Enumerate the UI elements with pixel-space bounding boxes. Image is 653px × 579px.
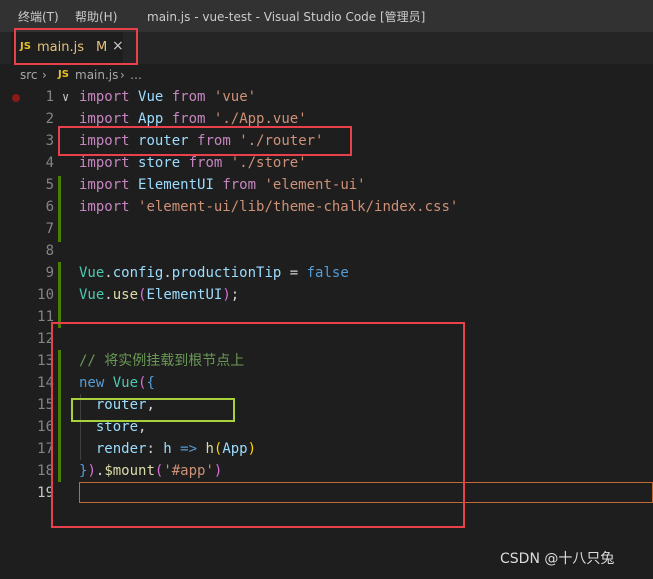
breadcrumb-file[interactable]: main.js: [75, 68, 118, 82]
line-number: 11: [37, 309, 54, 325]
code-text: import ElementUI from 'element-ui': [79, 174, 366, 196]
code-token: App: [138, 111, 164, 127]
line-number: 10: [37, 287, 54, 303]
code-token: from: [171, 111, 206, 127]
code-token: Vue: [138, 89, 164, 105]
code-token: import: [79, 111, 130, 127]
breadcrumb-symbol[interactable]: …: [130, 68, 142, 82]
breadcrumb: src › JS main.js › …: [0, 64, 653, 86]
code-text: Vue.use(ElementUI);: [79, 284, 239, 306]
code-token: Vue: [79, 287, 105, 303]
code-line[interactable]: 7: [0, 218, 653, 240]
menu-terminal[interactable]: 终端(T): [18, 8, 59, 25]
breadcrumb-folder[interactable]: src: [20, 68, 38, 82]
code-line[interactable]: 1 ∨ import Vue from 'vue': [0, 86, 653, 108]
window-title: main.js - vue-test - Visual Studio Code …: [147, 10, 426, 24]
line-number: 19: [37, 485, 54, 501]
code-token: ElementUI: [146, 287, 223, 303]
line-number: 9: [45, 265, 54, 281]
code-token: =: [281, 265, 307, 281]
code-token: 'element-ui/lib/theme-chalk/index.css': [138, 199, 459, 215]
annotation-box-vue-instance: [51, 322, 465, 528]
code-line[interactable]: 5 import ElementUI from 'element-ui': [0, 174, 653, 196]
line-number: 17: [37, 441, 54, 457]
code-text: import 'element-ui/lib/theme-chalk/index…: [79, 196, 458, 218]
code-text: Vue.config.productionTip = false: [79, 262, 349, 284]
code-token: from: [222, 177, 257, 193]
line-number: 4: [45, 155, 54, 171]
code-token: './App.vue': [213, 111, 307, 127]
code-token: store: [138, 155, 181, 171]
code-token: Vue: [79, 265, 105, 281]
chevron-right-icon: ›: [42, 68, 47, 82]
code-token: import: [79, 177, 130, 193]
code-token: use: [112, 287, 139, 303]
menu-help[interactable]: 帮助(H): [75, 8, 117, 25]
line-number: 16: [37, 419, 54, 435]
line-number: 1: [45, 89, 54, 105]
code-line[interactable]: 9 Vue.config.productionTip = false: [0, 262, 653, 284]
line-number: 14: [37, 375, 54, 391]
line-number: 5: [45, 177, 54, 193]
code-token: productionTip: [171, 265, 282, 281]
js-file-icon: JS: [58, 69, 69, 80]
code-token: from: [188, 155, 223, 171]
watermark: CSDN @十八只兔: [500, 551, 615, 567]
annotation-box-router: [71, 398, 235, 422]
line-number: 12: [37, 331, 54, 347]
annotation-box-import-router: [58, 126, 352, 156]
code-token: false: [306, 265, 349, 281]
code-token: './store': [230, 155, 307, 171]
line-number: 13: [37, 353, 54, 369]
line-number: 15: [37, 397, 54, 413]
fold-chevron-icon[interactable]: ∨: [62, 86, 69, 108]
chevron-right-icon: ›: [120, 68, 125, 82]
line-number: 6: [45, 199, 54, 215]
code-token: import: [79, 199, 130, 215]
code-token: .: [104, 287, 113, 303]
code-token: config: [112, 265, 164, 281]
line-number: 2: [45, 111, 54, 127]
code-token: import: [79, 89, 130, 105]
code-token: import: [79, 155, 130, 171]
code-token: from: [171, 89, 206, 105]
code-token: ;: [230, 287, 240, 303]
annotation-box-tab: [14, 28, 138, 65]
code-token: ElementUI: [138, 177, 214, 193]
code-token: 'vue': [213, 89, 257, 105]
code-line[interactable]: 8: [0, 240, 653, 262]
code-token: 'element-ui': [264, 177, 366, 193]
line-number: 18: [37, 463, 54, 479]
code-line[interactable]: 10 Vue.use(ElementUI);: [0, 284, 653, 306]
line-number: 7: [45, 221, 54, 237]
code-line[interactable]: 6 import 'element-ui/lib/theme-chalk/inde…: [0, 196, 653, 218]
code-text: import Vue from 'vue': [79, 86, 256, 108]
code-token: ): [222, 287, 231, 303]
line-number: 8: [45, 243, 54, 259]
code-token: .: [104, 265, 113, 281]
line-number: 3: [45, 133, 54, 149]
code-token: .: [163, 265, 172, 281]
